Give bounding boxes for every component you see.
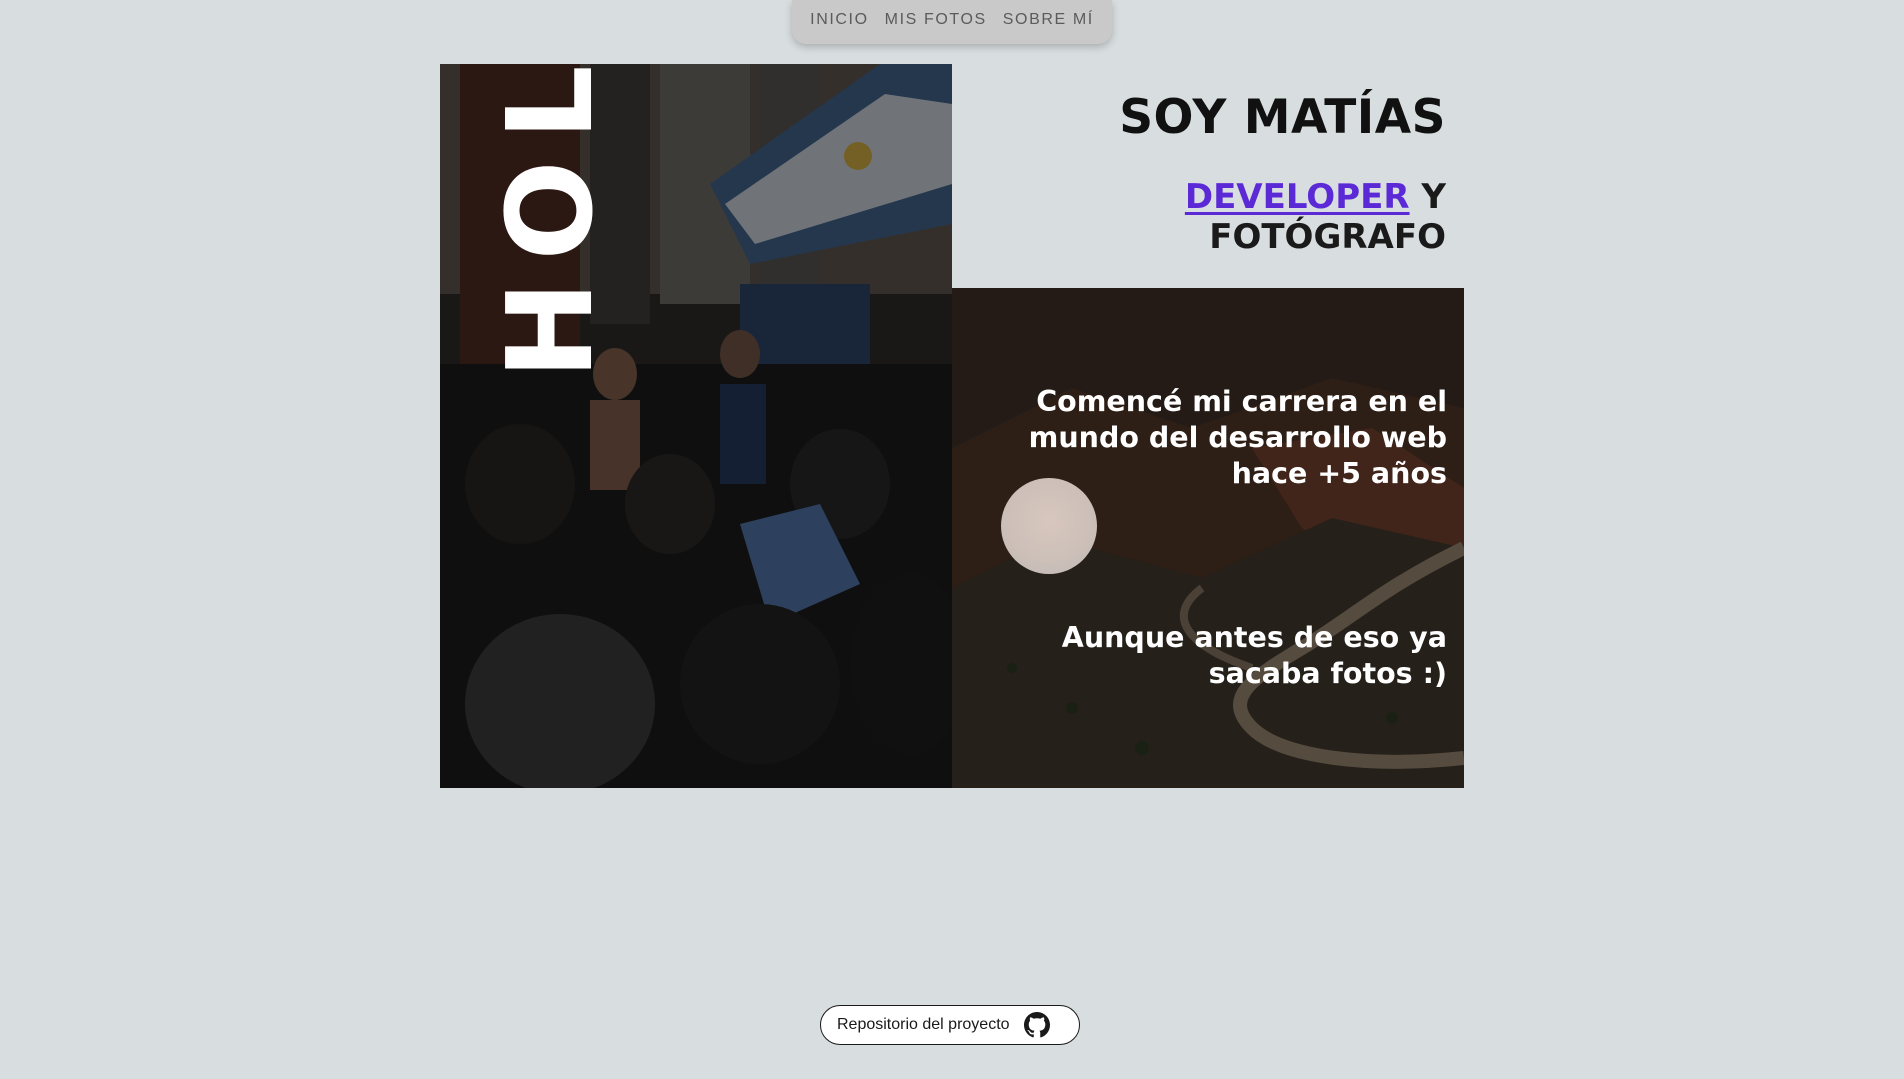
- github-icon: [1023, 1012, 1050, 1038]
- photo-history-text: Aunque antes de eso ya sacaba fotos :): [1061, 621, 1447, 690]
- nav-item-mis-fotos[interactable]: MIS FOTOS: [885, 11, 987, 29]
- crowd-photo: HOLA!: [440, 64, 952, 788]
- role-photographer: FOTÓGRAFO: [1209, 217, 1446, 257]
- role-heading: DEVELOPER Y FOTÓGRAFO: [960, 177, 1446, 257]
- repository-button[interactable]: Repositorio del proyecto: [820, 1005, 1080, 1045]
- nav-item-inicio[interactable]: INICIO: [810, 11, 869, 29]
- intro-heading: SOY MATÍAS DEVELOPER Y FOTÓGRAFO: [960, 90, 1446, 257]
- hola-text: HOLA!: [481, 64, 619, 380]
- career-text: Comencé mi carrera en el mundo del desar…: [1028, 385, 1447, 490]
- hola-vertical-heading: HOLA!: [480, 64, 620, 568]
- nav-item-sobre-mi[interactable]: SOBRE MÍ: [1003, 11, 1094, 29]
- developer-link[interactable]: DEVELOPER: [1185, 177, 1410, 217]
- decorative-circle[interactable]: [1001, 478, 1097, 574]
- role-conjunction: Y: [1421, 177, 1446, 217]
- top-nav: INICIO MIS FOTOS SOBRE MÍ: [792, 0, 1112, 44]
- landscape-photo: Comencé mi carrera en el mundo del desar…: [952, 288, 1464, 788]
- repository-label: Repositorio del proyecto: [837, 1016, 1010, 1033]
- name-heading: SOY MATÍAS: [1119, 90, 1446, 145]
